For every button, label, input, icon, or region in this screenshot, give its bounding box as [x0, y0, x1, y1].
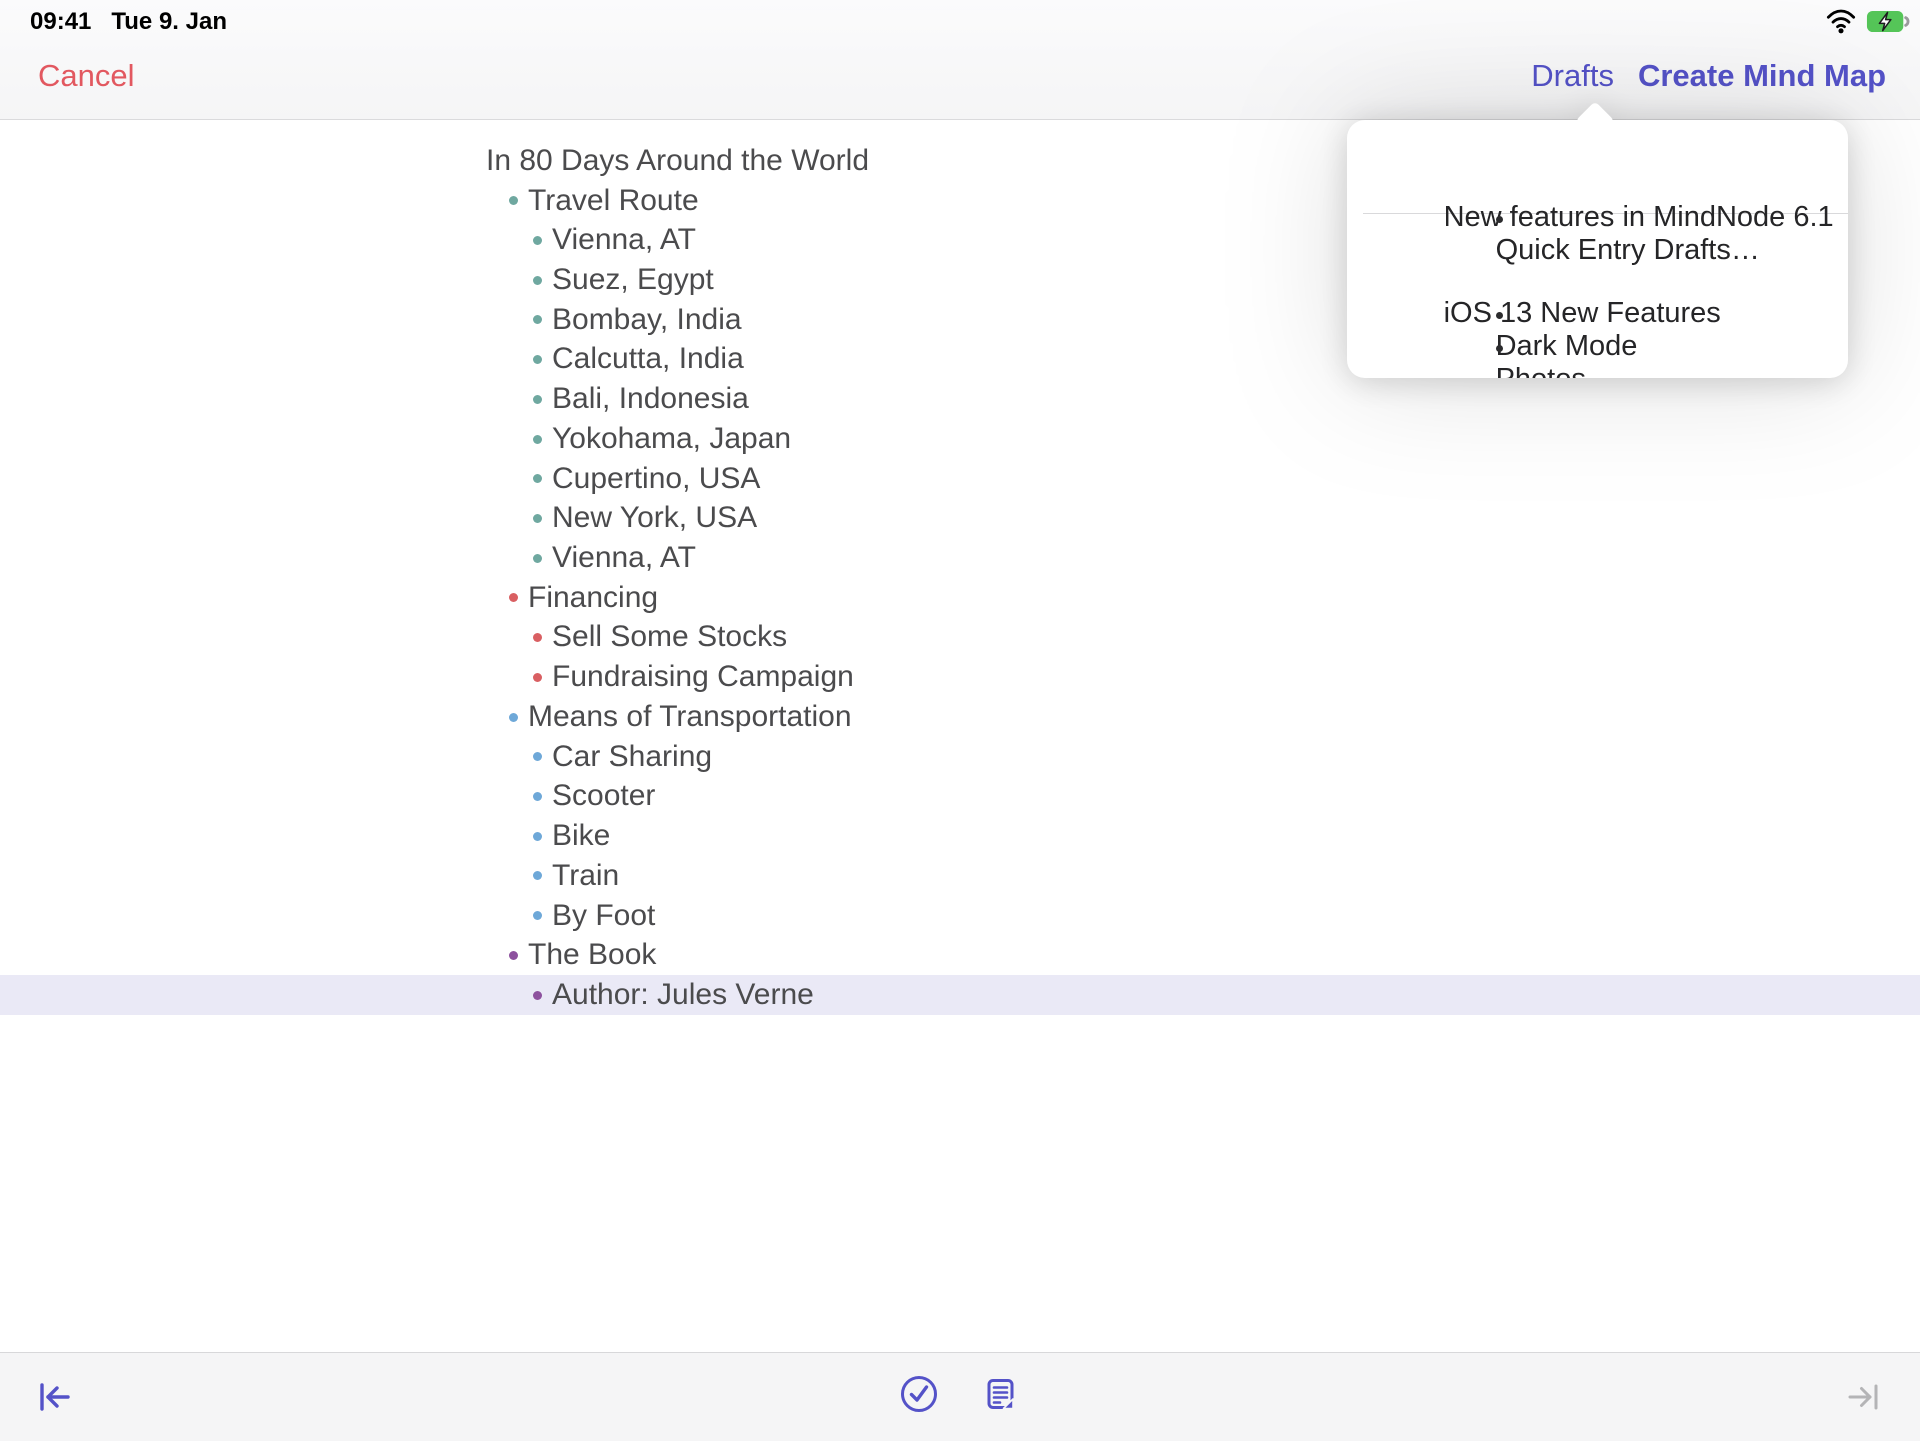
bullet-dot-icon [533, 315, 542, 324]
bullet-dot-icon [533, 554, 542, 563]
outline-row[interactable]: The Book [0, 935, 1920, 975]
battery-charging-icon [1866, 10, 1910, 38]
outline-row[interactable]: New York, USA [0, 498, 1920, 538]
outdent-icon[interactable] [33, 1375, 77, 1419]
bullet-dot-icon [533, 514, 542, 523]
drafts-popover: New features in MindNode 6.1 Quick Entry… [1347, 120, 1848, 378]
outline-row-text: Vienna, AT [552, 223, 696, 257]
drafts-popover-body: New features in MindNode 6.1 Quick Entry… [1347, 120, 1848, 378]
outline-row-text: Sell Some Stocks [552, 620, 787, 654]
drafts-button[interactable]: Drafts [1531, 58, 1614, 94]
outline-row-text: Vienna, AT [552, 541, 696, 575]
bullet-dot-icon [533, 991, 542, 1000]
nav-right-buttons: Drafts Create Mind Map [1531, 58, 1886, 94]
status-right [1826, 8, 1910, 39]
outline-row[interactable]: Means of Transportation [0, 697, 1920, 737]
outline-row-text: Travel Route [528, 184, 699, 218]
outline-row[interactable]: By Foot [0, 896, 1920, 936]
outline-row-text: Bali, Indonesia [552, 382, 749, 416]
outline-row-text: Scooter [552, 779, 655, 813]
outline-row-text: Author: Jules Verne [552, 978, 814, 1012]
check-circle-icon[interactable] [897, 1372, 941, 1416]
outline-row-text: Cupertino, USA [552, 462, 760, 496]
outline-row[interactable]: Yokohama, Japan [0, 419, 1920, 459]
outline-row[interactable]: Sell Some Stocks [0, 618, 1920, 658]
status-date: Tue 9. Jan [111, 8, 227, 36]
indent-icon[interactable] [1841, 1375, 1885, 1419]
outline-row-text: Fundraising Campaign [552, 660, 854, 694]
bullet-dot-icon [1496, 345, 1503, 352]
status-left: 09:41 Tue 9. Jan [30, 8, 227, 36]
outline-row[interactable]: Fundraising Campaign [0, 657, 1920, 697]
bullet-dot-icon [1496, 216, 1503, 223]
bullet-dot-icon [509, 593, 518, 602]
bullet-dot-icon [533, 395, 542, 404]
bullet-dot-icon [509, 713, 518, 722]
bullet-dot-icon [533, 673, 542, 682]
outline-row[interactable]: Bali, Indonesia [0, 379, 1920, 419]
outline-row[interactable]: Bike [0, 816, 1920, 856]
bullet-dot-icon [509, 196, 518, 205]
bullet-dot-icon [533, 792, 542, 801]
outline-row-text: By Foot [552, 899, 655, 933]
outline-row[interactable]: Train [0, 856, 1920, 896]
status-bar: 09:41 Tue 9. Jan [0, 6, 1920, 40]
draft-line-text: Quick Entry Drafts… [1496, 234, 1760, 266]
outline-row-text: Bike [552, 819, 610, 853]
bullet-dot-icon [533, 752, 542, 761]
navigation-bar: 09:41 Tue 9. Jan Cancel [0, 0, 1920, 120]
bullet-dot-icon [533, 435, 542, 444]
outline-row-text: Suez, Egypt [552, 263, 714, 297]
create-mind-map-button[interactable]: Create Mind Map [1638, 58, 1886, 94]
outline-row-text: The Book [528, 938, 656, 972]
outline-row[interactable]: Financing [0, 578, 1920, 618]
outline-row-text: Yokohama, Japan [552, 422, 791, 456]
cancel-button[interactable]: Cancel [38, 58, 135, 94]
bullet-dot-icon [533, 276, 542, 285]
draft-line[interactable]: New features in MindNode 6.1 [1363, 135, 1848, 168]
outline-row[interactable]: Cupertino, USA [0, 459, 1920, 499]
outline-row[interactable]: Vienna, AT [0, 538, 1920, 578]
status-time: 09:41 [30, 8, 91, 36]
bullet-dot-icon [509, 951, 518, 960]
outline-row-text: New York, USA [552, 501, 757, 535]
draft-line-text: Dark Mode [1496, 330, 1638, 362]
note-icon[interactable] [978, 1372, 1022, 1416]
outline-row-text: In 80 Days Around the World [486, 144, 869, 178]
wifi-icon [1826, 8, 1856, 39]
nav-row: Cancel Drafts Create Mind Map [0, 55, 1920, 99]
outline-row-text: Bombay, India [552, 303, 742, 337]
outline-row-text: Means of Transportation [528, 700, 852, 734]
outline-row-text: Calcutta, India [552, 342, 744, 376]
outline-row[interactable]: Author: Jules Verne [0, 975, 1920, 1015]
bullet-dot-icon [533, 355, 542, 364]
bullet-dot-icon [533, 236, 542, 245]
outline-row[interactable]: Car Sharing [0, 737, 1920, 777]
bullet-dot-icon [533, 911, 542, 920]
bullet-dot-icon [533, 832, 542, 841]
outline-row-text: Train [552, 859, 619, 893]
outline-row[interactable]: Scooter [0, 777, 1920, 817]
bottom-toolbar [0, 1352, 1920, 1441]
bullet-dot-icon [1496, 312, 1503, 319]
bullet-dot-icon [533, 633, 542, 642]
bullet-dot-icon [533, 474, 542, 483]
outline-row-text: Car Sharing [552, 740, 712, 774]
draft-item-1[interactable]: New features in MindNode 6.1 Quick Entry… [1363, 135, 1848, 201]
bullet-dot-icon [533, 871, 542, 880]
outline-row-text: Financing [528, 581, 658, 615]
